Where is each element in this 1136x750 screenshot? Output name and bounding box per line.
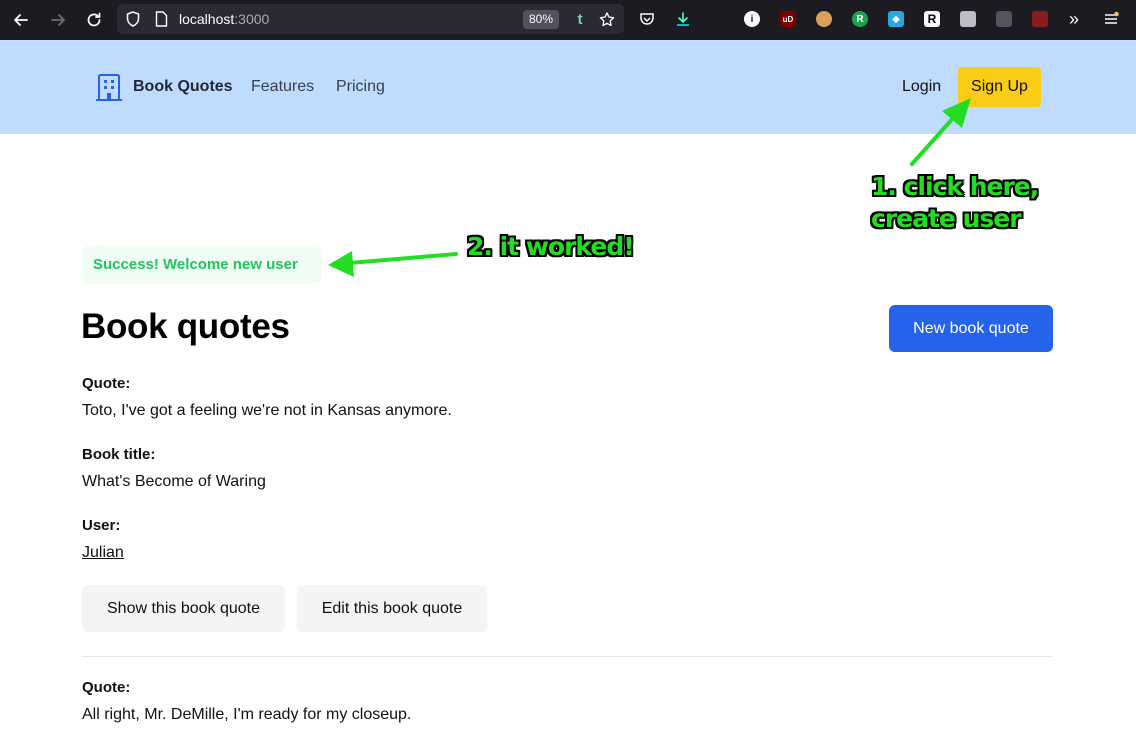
page-icon xyxy=(153,11,169,27)
annotation-step1-line2: create user xyxy=(871,204,1022,233)
new-book-quote-button[interactable]: New book quote xyxy=(889,305,1053,352)
nav-link-features[interactable]: Features xyxy=(251,78,314,96)
nav-link-pricing[interactable]: Pricing xyxy=(336,78,385,96)
book-title-value: What's Become of Waring xyxy=(82,473,266,490)
reader-extension-icon[interactable] xyxy=(996,11,1012,27)
info-extension-icon[interactable]: i xyxy=(744,11,760,27)
reload-button[interactable] xyxy=(82,8,106,32)
tumblr-extension-icon[interactable]: t xyxy=(572,11,588,28)
brand-name[interactable]: Book Quotes xyxy=(133,78,233,96)
page-title: Book quotes xyxy=(81,307,290,346)
back-button[interactable] xyxy=(9,8,33,32)
divider xyxy=(82,656,1053,657)
login-link[interactable]: Login xyxy=(902,78,941,96)
building-icon[interactable] xyxy=(95,73,123,102)
arrow-to-notice xyxy=(328,251,458,277)
menu-icon[interactable] xyxy=(1103,11,1119,27)
quote-text: Toto, I've got a feeling we're not in Ka… xyxy=(82,402,452,419)
overflow-chevron-icon[interactable]: » xyxy=(1066,9,1082,29)
quote-label: Quote: xyxy=(82,679,131,696)
zoom-indicator[interactable]: 80% xyxy=(523,10,559,29)
book-title-label: Book title: xyxy=(82,446,156,463)
shield-icon[interactable] xyxy=(125,11,141,27)
bookmark-star-icon[interactable] xyxy=(599,11,615,27)
app-navbar: Book Quotes Features Pricing Login Sign … xyxy=(0,40,1136,134)
annotation-step1-line1: 1. click here, xyxy=(871,172,1039,201)
ublock-extension-icon[interactable]: uD xyxy=(780,11,796,27)
downloads-icon[interactable] xyxy=(675,11,691,27)
annotation-step1: 1. click here, create user xyxy=(871,171,1039,235)
cookie-extension-icon[interactable] xyxy=(816,11,832,27)
url-bar[interactable]: localhost:3000 80% t xyxy=(117,4,624,34)
flash-notice: Success! Welcome new user xyxy=(82,246,321,284)
user-label: User: xyxy=(82,517,121,534)
tab-extension-icon[interactable] xyxy=(960,11,976,27)
forward-button[interactable] xyxy=(46,8,70,32)
quote-text: All right, Mr. DeMille, I'm ready for my… xyxy=(82,706,412,723)
url-text[interactable]: localhost:3000 xyxy=(179,11,269,27)
quote-label: Quote: xyxy=(82,375,131,392)
browser-toolbar: localhost:3000 80% t i uD R ◆ R » xyxy=(0,0,1136,40)
video-extension-icon[interactable] xyxy=(1032,11,1048,27)
annotation-step2: 2. it worked! xyxy=(467,232,635,261)
edit-book-quote-button[interactable]: Edit this book quote xyxy=(297,585,487,632)
r-extension-icon[interactable]: R xyxy=(924,11,940,27)
show-book-quote-button[interactable]: Show this book quote xyxy=(82,585,285,632)
user-link[interactable]: Julian xyxy=(82,544,124,562)
pocket-icon[interactable] xyxy=(639,11,655,27)
cube-extension-icon[interactable]: ◆ xyxy=(888,11,904,27)
signup-button[interactable]: Sign Up xyxy=(958,67,1041,107)
readwise-extension-icon[interactable]: R xyxy=(852,11,868,27)
